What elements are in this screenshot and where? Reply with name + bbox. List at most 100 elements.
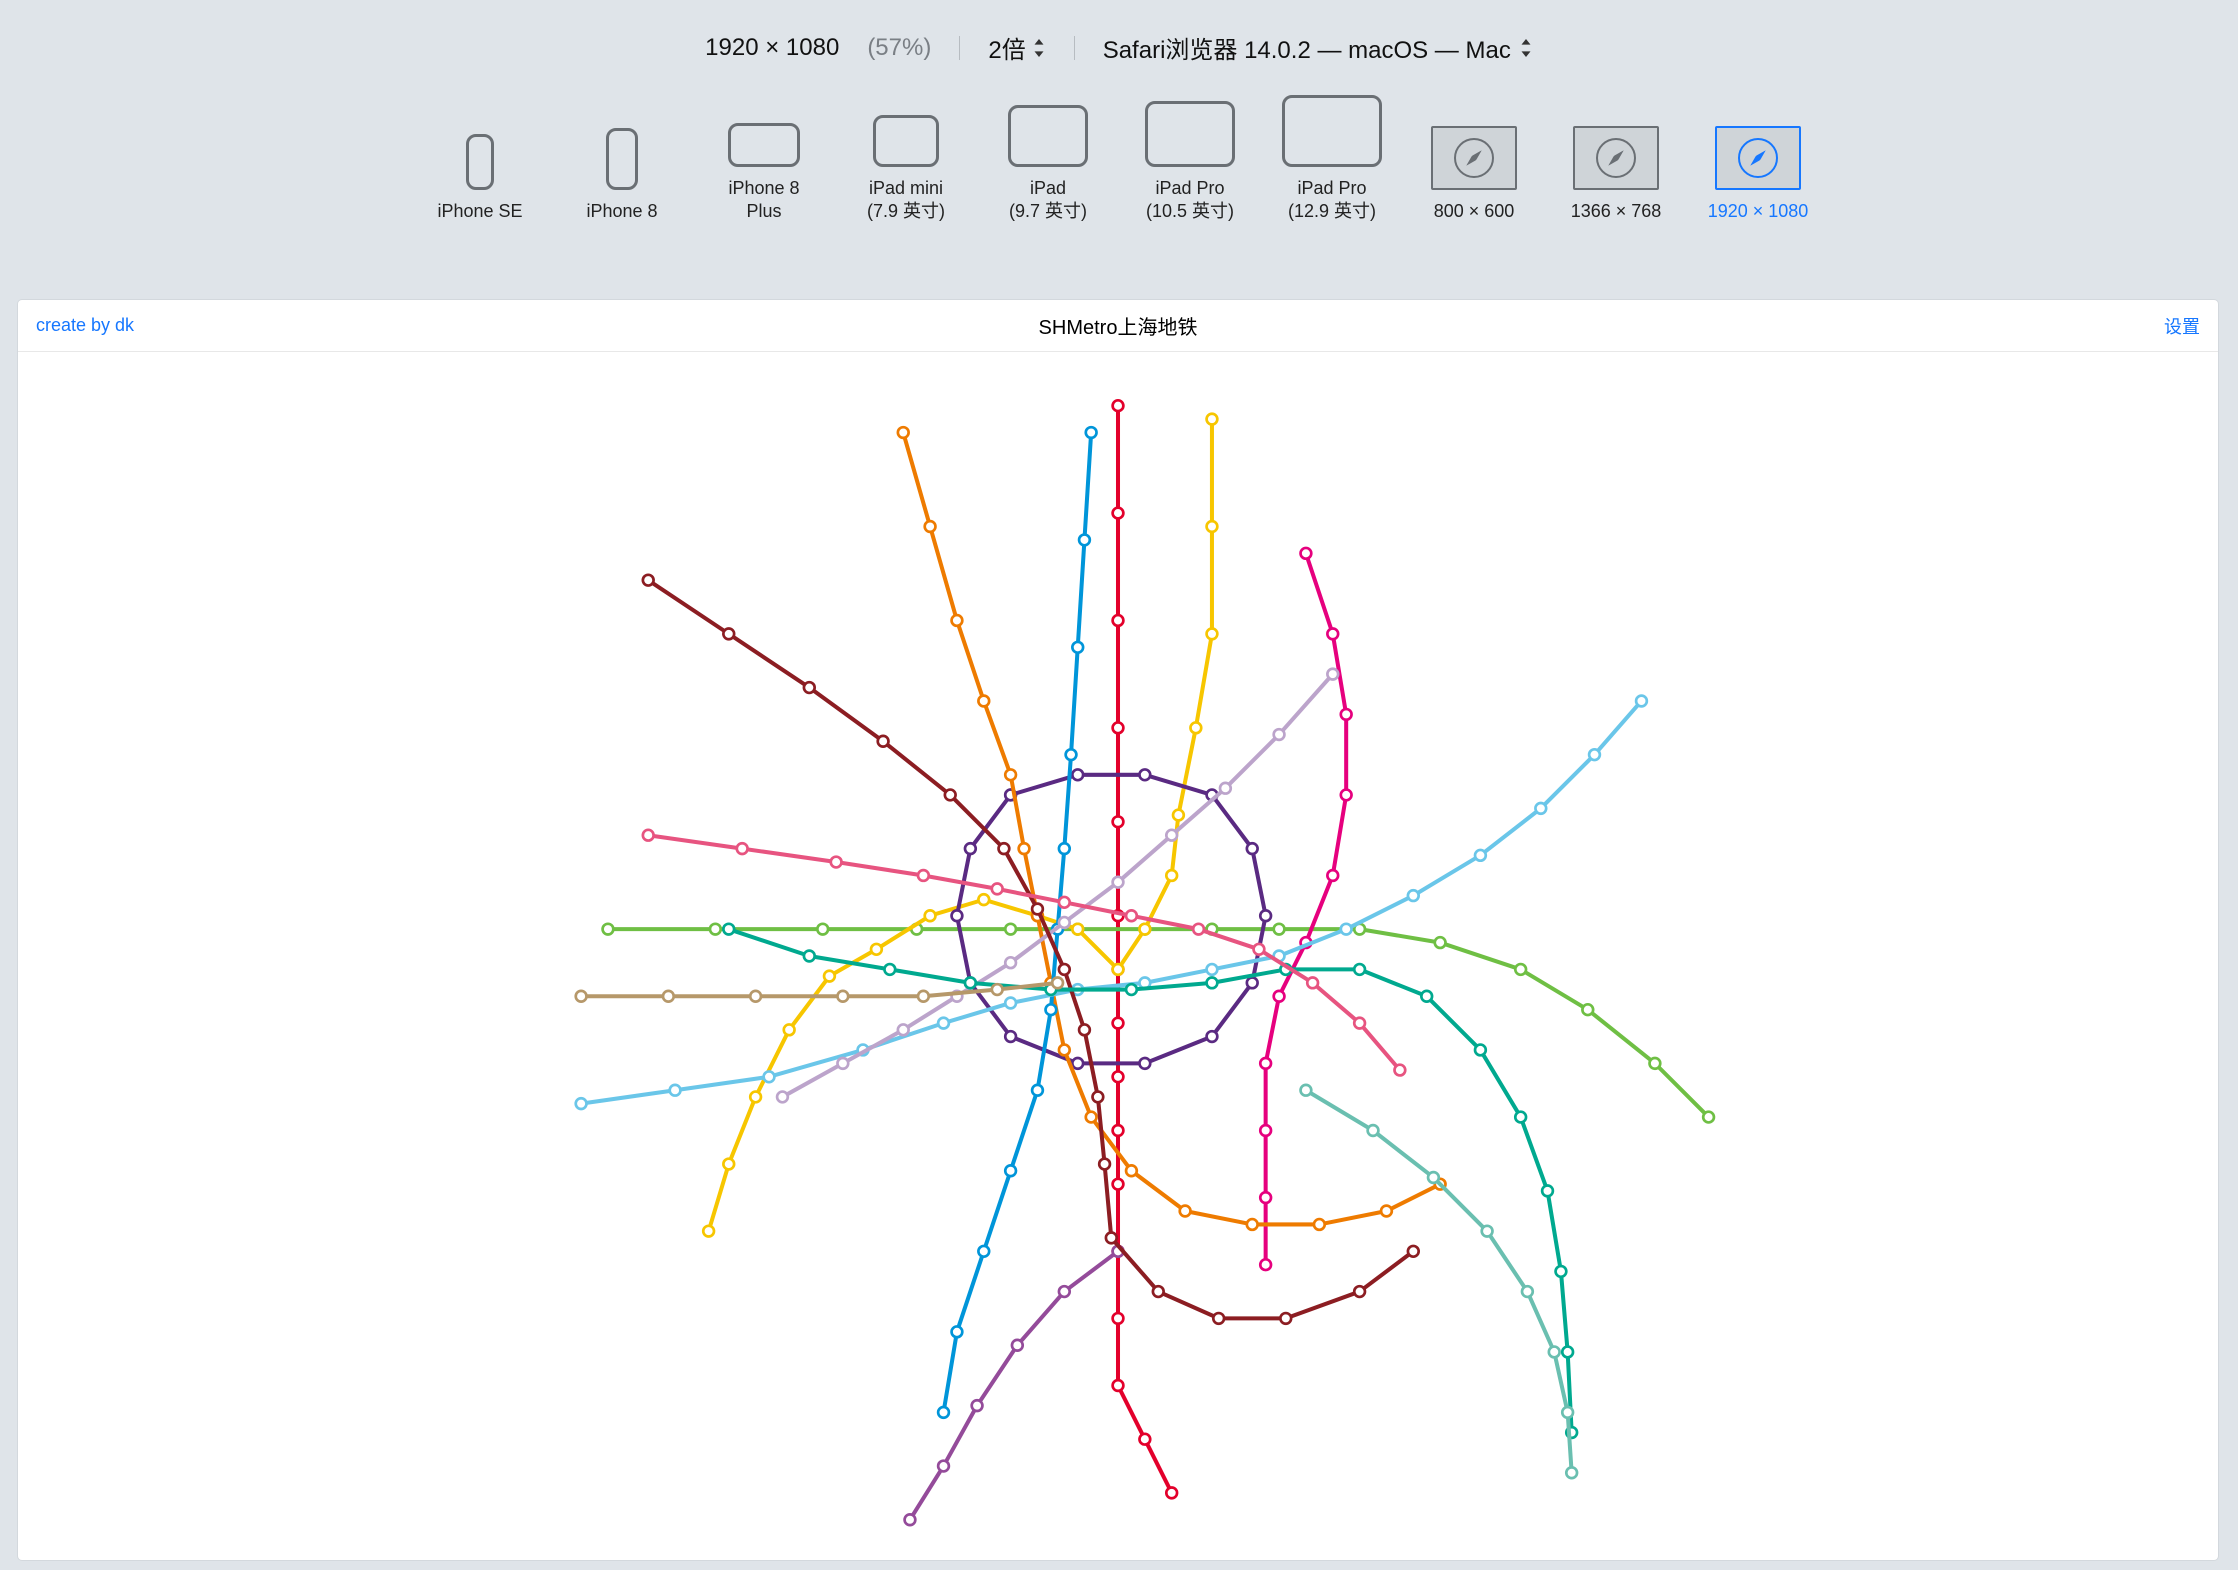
station-node[interactable] [1066, 749, 1077, 760]
station-node[interactable] [1190, 722, 1201, 733]
station-node[interactable] [750, 1092, 761, 1103]
station-node[interactable] [1113, 1071, 1124, 1082]
station-node[interactable] [999, 843, 1010, 854]
station-node[interactable] [1072, 769, 1083, 780]
station-node[interactable] [1260, 1125, 1271, 1136]
station-node[interactable] [1166, 870, 1177, 881]
station-node[interactable] [1341, 924, 1352, 935]
station-node[interactable] [878, 736, 889, 747]
station-node[interactable] [804, 951, 815, 962]
station-node[interactable] [804, 682, 815, 693]
station-node[interactable] [1139, 1058, 1150, 1069]
station-node[interactable] [703, 1226, 714, 1237]
credits-link[interactable]: create by dk [36, 315, 134, 336]
station-node[interactable] [1207, 977, 1218, 988]
station-node[interactable] [723, 628, 734, 639]
station-node[interactable] [1113, 877, 1124, 888]
station-node[interactable] [1079, 1024, 1090, 1035]
device-preset-iphone-8p[interactable]: iPhone 8Plus [709, 123, 819, 222]
station-node[interactable] [1301, 1085, 1312, 1096]
station-node[interactable] [992, 984, 1003, 995]
station-node[interactable] [1566, 1467, 1577, 1478]
station-node[interactable] [1368, 1125, 1379, 1136]
station-node[interactable] [1556, 1266, 1567, 1277]
station-node[interactable] [1421, 991, 1432, 1002]
station-node[interactable] [965, 977, 976, 988]
station-node[interactable] [643, 575, 654, 586]
station-node[interactable] [1113, 816, 1124, 827]
device-preset-custom-1920[interactable]: 1920 × 1080 [1703, 126, 1813, 223]
station-node[interactable] [1260, 1259, 1271, 1270]
station-node[interactable] [1341, 790, 1352, 801]
station-node[interactable] [710, 924, 721, 935]
station-node[interactable] [898, 1024, 909, 1035]
station-node[interactable] [1482, 1226, 1493, 1237]
station-node[interactable] [978, 894, 989, 905]
station-node[interactable] [1394, 1065, 1405, 1076]
station-node[interactable] [1435, 937, 1446, 948]
station-node[interactable] [1220, 783, 1231, 794]
station-node[interactable] [925, 910, 936, 921]
station-node[interactable] [1139, 769, 1150, 780]
station-node[interactable] [1005, 998, 1016, 1009]
device-preset-iphone-8[interactable]: iPhone 8 [567, 128, 677, 223]
station-node[interactable] [884, 964, 895, 975]
station-node[interactable] [1207, 414, 1218, 425]
station-node[interactable] [1307, 977, 1318, 988]
station-node[interactable] [1166, 1488, 1177, 1499]
station-node[interactable] [1072, 1058, 1083, 1069]
station-node[interactable] [1113, 1179, 1124, 1190]
station-node[interactable] [1059, 1045, 1070, 1056]
station-node[interactable] [1113, 1313, 1124, 1324]
station-node[interactable] [1542, 1186, 1553, 1197]
station-node[interactable] [945, 790, 956, 801]
station-node[interactable] [1113, 964, 1124, 975]
station-node[interactable] [1012, 1340, 1023, 1351]
device-preset-ipad-pro-105[interactable]: iPad Pro(10.5 英寸) [1135, 101, 1245, 222]
station-node[interactable] [1327, 628, 1338, 639]
device-preset-ipad[interactable]: iPad(9.7 英寸) [993, 105, 1103, 222]
station-node[interactable] [965, 843, 976, 854]
station-node[interactable] [992, 884, 1003, 895]
station-node[interactable] [1549, 1347, 1560, 1358]
station-node[interactable] [723, 1159, 734, 1170]
station-node[interactable] [750, 991, 761, 1002]
station-node[interactable] [1274, 729, 1285, 740]
station-node[interactable] [1005, 1031, 1016, 1042]
station-node[interactable] [1139, 1434, 1150, 1445]
station-node[interactable] [938, 1407, 949, 1418]
device-preset-custom-1366[interactable]: 1366 × 768 [1561, 126, 1671, 223]
station-node[interactable] [1166, 830, 1177, 841]
station-node[interactable] [1582, 1004, 1593, 1015]
station-node[interactable] [1113, 1125, 1124, 1136]
station-node[interactable] [1274, 924, 1285, 935]
station-node[interactable] [1113, 1018, 1124, 1029]
station-node[interactable] [837, 1058, 848, 1069]
station-node[interactable] [1126, 1165, 1137, 1176]
station-node[interactable] [1113, 615, 1124, 626]
station-node[interactable] [576, 1098, 587, 1109]
station-node[interactable] [1099, 1159, 1110, 1170]
station-node[interactable] [1408, 890, 1419, 901]
station-node[interactable] [1005, 769, 1016, 780]
settings-link[interactable]: 设置 [2164, 313, 2200, 339]
station-node[interactable] [1260, 1192, 1271, 1203]
station-node[interactable] [1247, 977, 1258, 988]
station-node[interactable] [1589, 749, 1600, 760]
station-node[interactable] [918, 870, 929, 881]
station-node[interactable] [1650, 1058, 1661, 1069]
station-node[interactable] [1126, 910, 1137, 921]
station-node[interactable] [1280, 1313, 1291, 1324]
station-node[interactable] [1428, 1172, 1439, 1183]
station-node[interactable] [1207, 628, 1218, 639]
station-node[interactable] [1173, 810, 1184, 821]
viewport-resolution[interactable]: 1920 × 1080 [705, 34, 839, 62]
station-node[interactable] [1354, 964, 1365, 975]
station-node[interactable] [764, 1071, 775, 1082]
station-node[interactable] [1153, 1286, 1164, 1297]
station-node[interactable] [1005, 924, 1016, 935]
station-node[interactable] [1113, 722, 1124, 733]
station-node[interactable] [1032, 1085, 1043, 1096]
station-node[interactable] [1180, 1206, 1191, 1217]
station-node[interactable] [1260, 910, 1271, 921]
